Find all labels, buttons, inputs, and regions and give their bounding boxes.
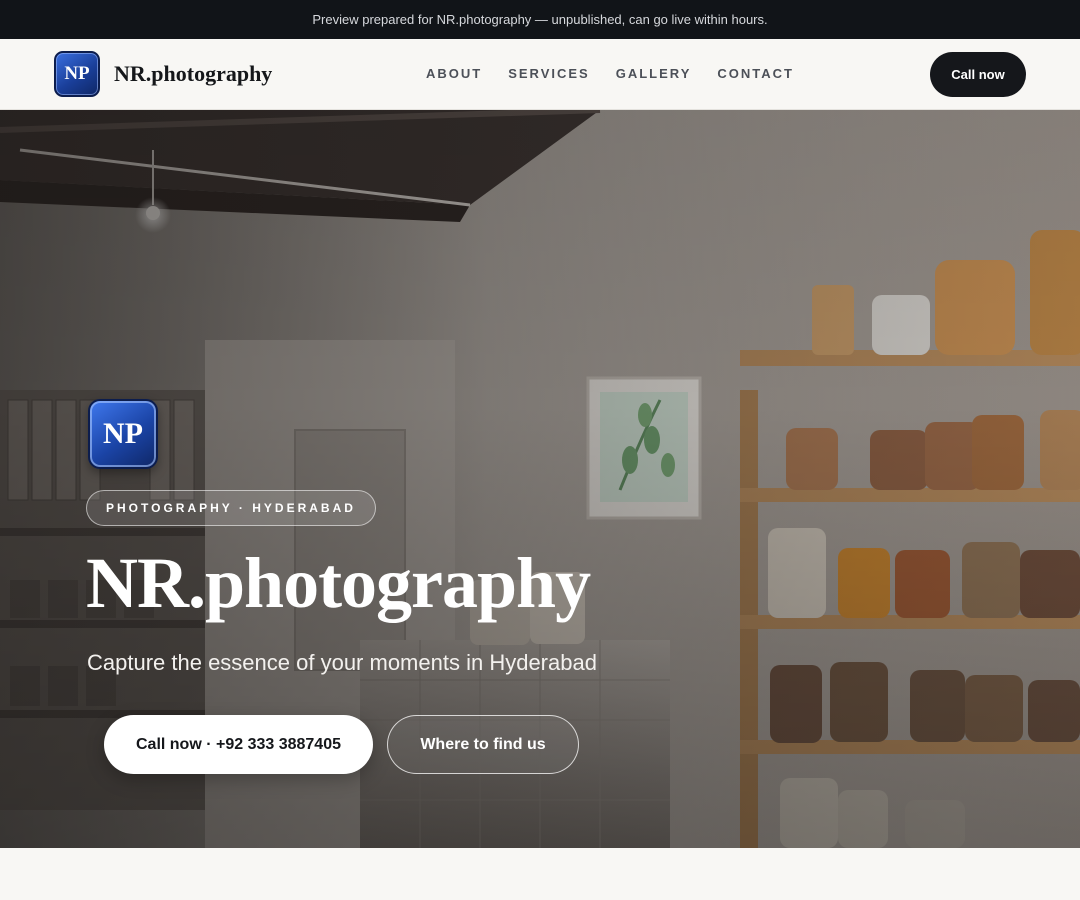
brand[interactable]: NP NR.photography	[54, 51, 272, 97]
nav-link-contact[interactable]: CONTACT	[717, 66, 794, 81]
preview-banner-text: Preview prepared for NR.photography — un…	[312, 12, 768, 27]
where-to-find-us-button[interactable]: Where to find us	[387, 715, 579, 774]
main-nav: ABOUT SERVICES GALLERY CONTACT	[426, 66, 820, 81]
below-hero-section	[0, 848, 1080, 900]
nav-link-services[interactable]: SERVICES	[508, 66, 590, 81]
hero-subtitle: Capture the essence of your moments in H…	[87, 650, 597, 675]
nav-link-about[interactable]: ABOUT	[426, 66, 482, 81]
hero-logo: NP	[88, 399, 158, 469]
brand-logo-text: NP	[64, 63, 90, 84]
header-call-now-label: Call now	[951, 67, 1005, 82]
nav-link-gallery[interactable]: GALLERY	[616, 66, 692, 81]
hero-call-now-label: Call now · +92 333 3887405	[135, 735, 341, 753]
hero-kicker-text: PHOTOGRAPHY · HYDERABAD	[106, 501, 356, 515]
brand-logo[interactable]: NP	[54, 51, 100, 97]
preview-banner: Preview prepared for NR.photography — un…	[0, 0, 1080, 39]
hero-section: NP PHOTOGRAPHY · HYDERABAD NR.photograph…	[0, 110, 1080, 848]
brand-name[interactable]: NR.photography	[114, 61, 272, 87]
hero-kicker-badge: PHOTOGRAPHY · HYDERABAD	[86, 490, 376, 526]
hero-logo-text: NP	[103, 417, 143, 450]
site-header: NP NR.photography ABOUT SERVICES GALLERY…	[0, 39, 1080, 110]
header-call-now-button[interactable]: Call now	[930, 52, 1026, 97]
hero-title: NR.photography	[86, 543, 591, 623]
hero-call-now-button[interactable]: Call now · +92 333 3887405	[104, 715, 373, 774]
where-to-find-us-label: Where to find us	[420, 735, 546, 753]
